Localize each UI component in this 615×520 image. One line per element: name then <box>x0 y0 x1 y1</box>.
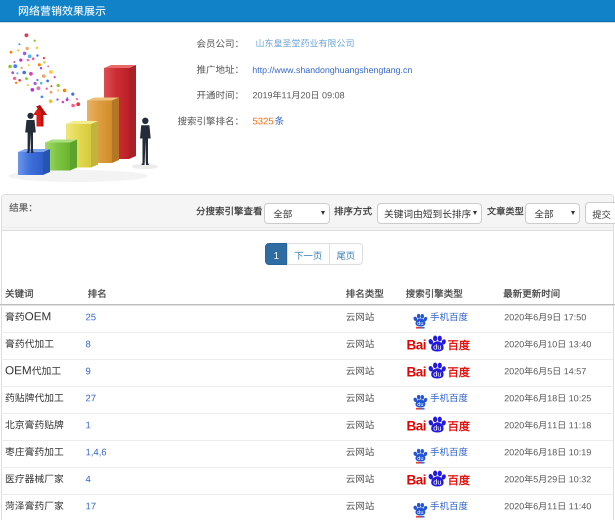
svg-text:du: du <box>433 478 441 487</box>
svg-text:Bai: Bai <box>407 418 427 433</box>
svg-text:du: du <box>417 510 423 516</box>
svg-text:du: du <box>433 343 441 352</box>
svg-text:du: du <box>417 456 423 462</box>
svg-text:du: du <box>417 402 423 408</box>
svg-text:du: du <box>417 321 423 327</box>
svg-text:Bai: Bai <box>407 472 427 487</box>
svg-text:Bai: Bai <box>407 337 427 352</box>
svg-text:Bai: Bai <box>407 364 427 379</box>
svg-text:du: du <box>433 370 441 379</box>
svg-text:du: du <box>433 424 441 433</box>
